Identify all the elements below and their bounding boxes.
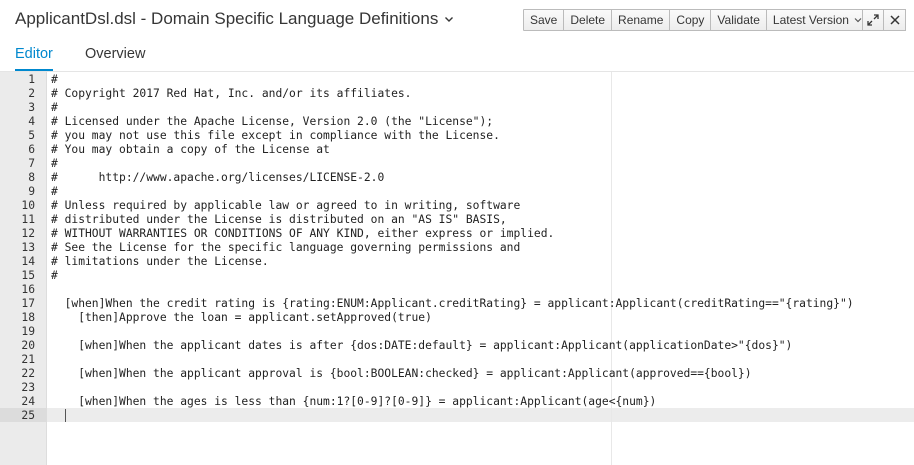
line-number: 21: [21, 353, 35, 366]
line-number: 23: [21, 381, 35, 394]
close-button[interactable]: [884, 9, 906, 31]
line-number: 25: [21, 409, 35, 422]
code-line[interactable]: [when]When the credit rating is {rating:…: [51, 297, 854, 311]
line-number: 8: [28, 171, 35, 184]
line-number: 12: [21, 227, 35, 240]
code-line[interactable]: #: [51, 157, 58, 171]
caret-down-icon: [854, 18, 862, 23]
code-line[interactable]: # you may not use this file except in co…: [51, 129, 500, 143]
line-number: 19: [21, 325, 35, 338]
code-line[interactable]: # http://www.apache.org/licenses/LICENSE…: [51, 171, 384, 185]
save-button[interactable]: Save: [523, 9, 565, 31]
title-bar: ApplicantDsl.dsl - Domain Specific Langu…: [0, 0, 914, 38]
rename-button[interactable]: Rename: [612, 9, 671, 31]
code-line[interactable]: # Unless required by applicable law or a…: [51, 199, 520, 213]
chevron-down-icon[interactable]: [444, 14, 454, 24]
line-number: 22: [21, 367, 35, 380]
code-line[interactable]: [when]When the ages is less than {num:1?…: [51, 395, 656, 409]
line-number: 1: [28, 73, 35, 86]
line-number: 13: [21, 241, 35, 254]
code-line[interactable]: [then]Approve the loan = applicant.setAp…: [51, 311, 432, 325]
line-number: 14: [21, 255, 35, 268]
copy-button[interactable]: Copy: [670, 9, 712, 31]
line-number: 15: [21, 269, 35, 282]
line-number: 7: [28, 157, 35, 170]
line-number: 3: [28, 101, 35, 114]
code-line[interactable]: [when]When the applicant dates is after …: [51, 339, 792, 353]
active-line-highlight: [47, 408, 914, 422]
code-line[interactable]: # distributed under the License is distr…: [51, 213, 507, 227]
text-cursor: [65, 409, 66, 422]
tab-overview[interactable]: Overview: [85, 46, 145, 69]
code-line[interactable]: #: [51, 73, 58, 87]
line-number: 18: [21, 311, 35, 324]
code-line[interactable]: #: [51, 269, 58, 283]
code-line[interactable]: # Licensed under the Apache License, Ver…: [51, 115, 493, 129]
tab-editor[interactable]: Editor: [15, 46, 53, 71]
line-number: 11: [21, 213, 35, 226]
version-dropdown-label: Latest Version: [772, 13, 849, 27]
line-number: 5: [28, 129, 35, 142]
validate-button[interactable]: Validate: [711, 9, 767, 31]
line-number: 17: [21, 297, 35, 310]
line-number: 10: [21, 199, 35, 212]
tab-bar: Editor Overview: [0, 38, 914, 72]
line-number: 20: [21, 339, 35, 352]
code-pane[interactable]: # # Copyright 2017 Red Hat, Inc. and/or i…: [47, 72, 914, 465]
close-icon: [889, 15, 900, 25]
delete-button[interactable]: Delete: [564, 9, 613, 31]
code-line[interactable]: # WITHOUT WARRANTIES OR CONDITIONS OF AN…: [51, 227, 554, 241]
toolbar: Save Delete Rename Copy Validate Latest …: [523, 9, 869, 31]
code-line[interactable]: #: [51, 101, 58, 115]
code-line[interactable]: [when]When the applicant approval is {bo…: [51, 367, 751, 381]
page-title[interactable]: ApplicantDsl.dsl - Domain Specific Langu…: [15, 9, 454, 29]
code-line[interactable]: #: [51, 185, 58, 199]
line-number: 2: [28, 87, 35, 100]
line-number: 24: [21, 395, 35, 408]
line-number: 16: [21, 283, 35, 296]
line-number: 4: [28, 115, 35, 128]
code-editor[interactable]: 1 2 3 4 5 6 7 8 9 10 11 12 13 14 15 16 17 18 19 20 21 22 23 24 2…: [0, 72, 914, 465]
code-line[interactable]: # You may obtain a copy of the License a…: [51, 143, 330, 157]
expand-icon: [867, 14, 879, 26]
code-line[interactable]: # Copyright 2017 Red Hat, Inc. and/or it…: [51, 87, 411, 101]
line-number: 6: [28, 143, 35, 156]
code-line[interactable]: # See the License for the specific langu…: [51, 241, 520, 255]
page-title-text: ApplicantDsl.dsl - Domain Specific Langu…: [15, 9, 439, 28]
expand-button[interactable]: [862, 9, 884, 31]
line-number-gutter: 1 2 3 4 5 6 7 8 9 10 11 12 13 14 15 16 17 18 19 20 21 22 23 24 2…: [0, 72, 47, 465]
code-line[interactable]: # limitations under the License.: [51, 255, 269, 269]
version-dropdown[interactable]: Latest Version: [766, 9, 869, 31]
line-number: 9: [28, 185, 35, 198]
